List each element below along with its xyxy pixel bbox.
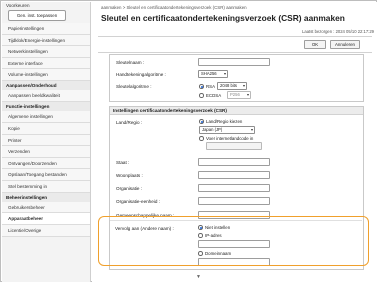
- state-input[interactable]: [198, 158, 270, 166]
- sidebar-item-verzenden[interactable]: Verzenden: [2, 146, 90, 158]
- chevron-down-icon: ▾: [242, 83, 245, 88]
- sidebar-caption: Voorkeuren: [6, 3, 30, 8]
- organization-label: Organisatie :: [116, 186, 143, 191]
- sidebar-item-stel-bestemming-in[interactable]: Stel bestemming in: [2, 180, 90, 193]
- choose-country-label: Land/Regio kiezen: [206, 119, 243, 124]
- key-name-input[interactable]: [198, 58, 270, 66]
- divider: [98, 36, 372, 37]
- key-algorithm-label: Sleutelalgoritme :: [116, 84, 152, 89]
- organization-input[interactable]: [198, 184, 270, 192]
- sidebar-list: Papierinstellingen Tijdklok/Energie-inste…: [2, 23, 90, 237]
- rsa-radio[interactable]: [199, 84, 204, 89]
- sidebar-item-algemene-instellingen[interactable]: Algemene instellingen: [2, 111, 90, 123]
- ecdsa-curve-select[interactable]: P256 ▾: [227, 91, 251, 99]
- organization-unit-input[interactable]: [198, 197, 270, 205]
- ecdsa-label: ECDSA: [206, 93, 222, 98]
- arrow-down-icon[interactable]: ▼: [196, 274, 201, 280]
- divider: [98, 52, 372, 53]
- organization-unit-label: Organisatie-eenheid :: [116, 199, 160, 204]
- sidebar-item-ontvangen-doorzenden[interactable]: Ontvangen/Doorzenden: [2, 157, 90, 170]
- sidebar-item-opslaan-toegang-bestanden[interactable]: Opslaan/Toegang bestanden: [2, 169, 90, 181]
- sidebar-item-aanpassen-beeldkwaliteit[interactable]: Aanpassen beeldkwaliteit: [2, 90, 90, 102]
- internet-country-code-radio[interactable]: [199, 136, 204, 141]
- sidebar-category-beheerinstellingen: Beheerinstellingen: [2, 192, 90, 202]
- rsa-bits-select[interactable]: 2048 bits ▾: [217, 82, 247, 90]
- key-settings-panel: Sleutelnaam : Handtekeningalgoritme : SH…: [109, 54, 364, 102]
- highlight-frame: [98, 216, 369, 266]
- breadcrumb: aanmaken > Sleutel en certificaatonderte…: [101, 5, 247, 10]
- sidebar-item-gebruikersbeheer[interactable]: Gebruikersbeheer: [2, 201, 90, 214]
- country-label: Land/Regio :: [116, 120, 143, 125]
- page-title: Sleutel en certificaatondertekeningsverz…: [101, 13, 345, 23]
- sidebar-category-aanpassen-onderhoud: Aanpassen/Onderhoud: [2, 80, 90, 91]
- sidebar-item-kopie[interactable]: Kopie: [2, 122, 90, 135]
- sidebar: Voorkeuren Gen. inst. toepassen Papierin…: [2, 2, 91, 282]
- chevron-down-icon: ▾: [250, 127, 253, 132]
- key-name-label: Sleutelnaam :: [116, 60, 145, 65]
- apply-general-settings-button[interactable]: Gen. inst. toepassen: [8, 10, 66, 21]
- sidebar-item-netwerkinstellingen[interactable]: Netwerkinstellingen: [2, 46, 90, 58]
- ecdsa-radio[interactable]: [199, 93, 204, 98]
- rsa-label: RSA: [206, 84, 216, 89]
- city-input[interactable]: [198, 171, 270, 179]
- rsa-bits-value: 2048 bits: [220, 83, 237, 88]
- csr-section-heading: Instellingen certificaatondertekeningsve…: [110, 107, 363, 115]
- sidebar-item-papierinstellingen[interactable]: Papierinstellingen: [2, 23, 90, 35]
- last-updated-text: Laatst bezorgen : 2024 05/10 22:17:29: [302, 29, 374, 34]
- ecdsa-curve-value: P256: [230, 92, 240, 97]
- signature-algorithm-select[interactable]: SHA256 ▾: [198, 70, 228, 78]
- choose-country-radio[interactable]: [199, 119, 204, 124]
- sidebar-item-licentie-overige[interactable]: Licentie/Overige: [2, 225, 90, 237]
- main-content: aanmaken > Sleutel en certificaatonderte…: [92, 2, 377, 282]
- chevron-down-icon: ▾: [223, 71, 226, 76]
- cancel-button[interactable]: Annuleren: [330, 40, 360, 49]
- sidebar-item-volume-instellingen[interactable]: Volume-instellingen: [2, 69, 90, 81]
- city-label: Woonplaats :: [116, 173, 143, 178]
- country-select[interactable]: Japan (JP) ▾: [199, 126, 255, 134]
- sidebar-category-functie-instellingen: Functie-instellingen: [2, 101, 90, 112]
- app-window: Voorkeuren Gen. inst. toepassen Papierin…: [0, 0, 377, 282]
- internet-country-code-input[interactable]: [206, 142, 262, 150]
- chevron-down-icon: ▾: [246, 92, 249, 97]
- signature-algorithm-value: SHA256: [201, 71, 217, 76]
- state-label: Staat :: [116, 160, 130, 165]
- internet-country-code-label: Voer internetlandcode in: [206, 136, 254, 141]
- ok-button[interactable]: OK: [304, 40, 326, 49]
- sidebar-item-tijdklok-energie-instellingen[interactable]: Tijdklok/Energie-instellingen: [2, 34, 90, 47]
- sidebar-item-externe-interface[interactable]: Externe interface: [2, 57, 90, 70]
- sidebar-item-printer[interactable]: Printer: [2, 134, 90, 147]
- signature-algorithm-label: Handtekeningalgoritme :: [116, 72, 166, 77]
- country-value: Japan (JP): [202, 127, 223, 132]
- sidebar-item-apparaatbeheer[interactable]: Apparaatbeheer: [2, 213, 90, 226]
